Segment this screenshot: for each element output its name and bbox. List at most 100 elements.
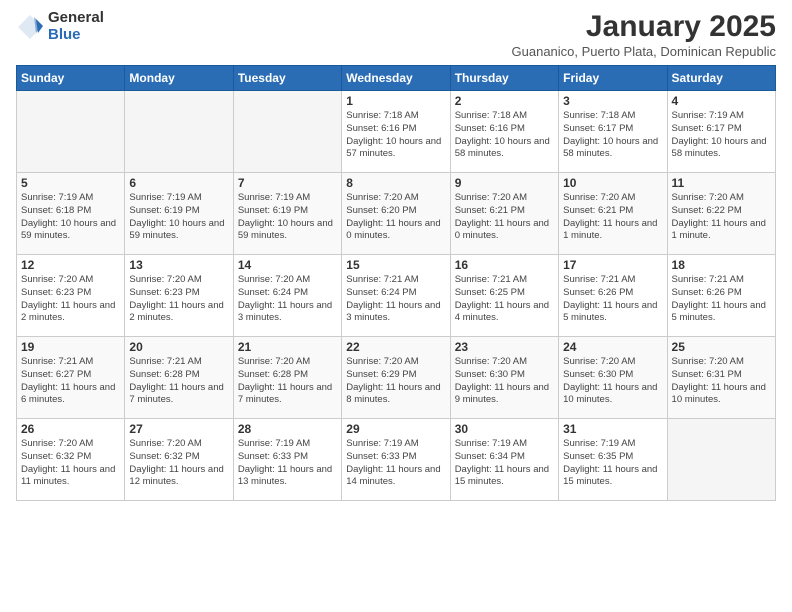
table-row: 9 Sunrise: 7:20 AMSunset: 6:21 PMDaylight… [450,173,558,255]
day-info: Sunrise: 7:21 AMSunset: 6:27 PMDaylight:… [21,356,120,407]
table-row [233,91,341,173]
table-row: 10Sunrise: 7:20 AMSunset: 6:21 PMDayligh… [559,173,667,255]
table-row [667,419,775,501]
col-tuesday: Tuesday [233,66,341,91]
table-row: 28 Sunrise: 7:19 AMSunset: 6:33 PMDayligh… [233,419,341,501]
col-friday: Friday [559,66,667,91]
day-info: Sunrise: 7:19 AMSunset: 6:34 PMDaylight:… [455,438,554,489]
day-info: Sunrise: 7:21 AMSunset: 6:24 PMDaylight:… [346,274,445,325]
col-saturday: Saturday [667,66,775,91]
day-info: Sunrise: 7:20 AMSunset: 6:29 PMDaylight:… [346,356,445,407]
day-info: Sunrise: 7:18 AMSunset: 6:17 PMDaylight:… [563,110,662,161]
day-info: Sunrise: 7:20 AMSunset: 6:31 PMDaylight:… [672,356,771,407]
title-block: January 2025 Guananico, Puerto Plata, Do… [512,10,776,59]
calendar-header-row: Sunday Monday Tuesday Wednesday Thursday… [17,66,776,91]
table-row: 19 Sunrise: 7:21 AMSunset: 6:27 PMDayligh… [17,337,125,419]
day-info: Sunrise: 7:18 AMSunset: 6:16 PMDaylight:… [346,110,445,161]
calendar-title: January 2025 [512,10,776,44]
day-number: 8 [346,176,445,190]
table-row: 21 Sunrise: 7:20 AMSunset: 6:28 PMDayligh… [233,337,341,419]
day-number: 23 [455,340,554,354]
day-number: 14 [238,258,337,272]
table-row: 18 Sunrise: 7:21 AMSunset: 6:26 PMDayligh… [667,255,775,337]
day-number: 30 [455,422,554,436]
day-number: 18 [672,258,771,272]
day-number: 16 [455,258,554,272]
day-number: 7 [238,176,337,190]
table-row: 16Sunrise: 7:21 AMSunset: 6:25 PMDayligh… [450,255,558,337]
day-number: 20 [129,340,228,354]
page-header: General Blue January 2025 Guananico, Pue… [16,10,776,59]
table-row: 6 Sunrise: 7:19 AMSunset: 6:19 PMDaylight… [125,173,233,255]
day-number: 17 [563,258,662,272]
calendar-subtitle: Guananico, Puerto Plata, Dominican Repub… [512,44,776,59]
day-number: 21 [238,340,337,354]
table-row [125,91,233,173]
day-info: Sunrise: 7:20 AMSunset: 6:23 PMDaylight:… [129,274,228,325]
day-number: 13 [129,258,228,272]
calendar-week-row: 19 Sunrise: 7:21 AMSunset: 6:27 PMDayligh… [17,337,776,419]
day-number: 25 [672,340,771,354]
table-row: 1 Sunrise: 7:18 AMSunset: 6:16 PMDaylight… [342,91,450,173]
table-row: 4 Sunrise: 7:19 AMSunset: 6:17 PMDaylight… [667,91,775,173]
day-number: 9 [455,176,554,190]
day-info: Sunrise: 7:21 AMSunset: 6:28 PMDaylight:… [129,356,228,407]
day-info: Sunrise: 7:19 AMSunset: 6:17 PMDaylight:… [672,110,771,161]
day-number: 28 [238,422,337,436]
day-info: Sunrise: 7:20 AMSunset: 6:30 PMDaylight:… [563,356,662,407]
table-row: 2 Sunrise: 7:18 AMSunset: 6:16 PMDaylight… [450,91,558,173]
day-number: 31 [563,422,662,436]
logo-blue: Blue [48,27,104,44]
day-number: 4 [672,94,771,108]
table-row [17,91,125,173]
day-info: Sunrise: 7:19 AMSunset: 6:35 PMDaylight:… [563,438,662,489]
table-row: 26Sunrise: 7:20 AMSunset: 6:32 PMDayligh… [17,419,125,501]
day-info: Sunrise: 7:20 AMSunset: 6:21 PMDaylight:… [455,192,554,243]
day-info: Sunrise: 7:20 AMSunset: 6:24 PMDaylight:… [238,274,337,325]
day-info: Sunrise: 7:20 AMSunset: 6:21 PMDaylight:… [563,192,662,243]
table-row: 27 Sunrise: 7:20 AMSunset: 6:32 PMDayligh… [125,419,233,501]
calendar-week-row: 12 Sunrise: 7:20 AMSunset: 6:23 PMDayligh… [17,255,776,337]
day-number: 19 [21,340,120,354]
day-info: Sunrise: 7:20 AMSunset: 6:23 PMDaylight:… [21,274,120,325]
day-info: Sunrise: 7:20 AMSunset: 6:20 PMDaylight:… [346,192,445,243]
table-row: 3Sunrise: 7:18 AMSunset: 6:17 PMDaylight… [559,91,667,173]
table-row: 5Sunrise: 7:19 AMSunset: 6:18 PMDaylight… [17,173,125,255]
table-row: 25 Sunrise: 7:20 AMSunset: 6:31 PMDayligh… [667,337,775,419]
day-number: 22 [346,340,445,354]
day-number: 11 [672,176,771,190]
logo-general: General [48,10,104,27]
table-row: 22 Sunrise: 7:20 AMSunset: 6:29 PMDayligh… [342,337,450,419]
day-info: Sunrise: 7:20 AMSunset: 6:22 PMDaylight:… [672,192,771,243]
day-number: 6 [129,176,228,190]
day-info: Sunrise: 7:20 AMSunset: 6:28 PMDaylight:… [238,356,337,407]
table-row: 15 Sunrise: 7:21 AMSunset: 6:24 PMDayligh… [342,255,450,337]
day-number: 2 [455,94,554,108]
table-row: 20 Sunrise: 7:21 AMSunset: 6:28 PMDayligh… [125,337,233,419]
table-row: 8 Sunrise: 7:20 AMSunset: 6:20 PMDaylight… [342,173,450,255]
day-number: 5 [21,176,120,190]
day-info: Sunrise: 7:20 AMSunset: 6:32 PMDaylight:… [21,438,120,489]
table-row: 31 Sunrise: 7:19 AMSunset: 6:35 PMDayligh… [559,419,667,501]
table-row: 11 Sunrise: 7:20 AMSunset: 6:22 PMDayligh… [667,173,775,255]
day-number: 15 [346,258,445,272]
logo: General Blue [16,10,104,43]
col-wednesday: Wednesday [342,66,450,91]
table-row: 13 Sunrise: 7:20 AMSunset: 6:23 PMDayligh… [125,255,233,337]
day-info: Sunrise: 7:19 AMSunset: 6:33 PMDaylight:… [238,438,337,489]
day-info: Sunrise: 7:19 AMSunset: 6:33 PMDaylight:… [346,438,445,489]
day-info: Sunrise: 7:18 AMSunset: 6:16 PMDaylight:… [455,110,554,161]
calendar-week-row: 1 Sunrise: 7:18 AMSunset: 6:16 PMDaylight… [17,91,776,173]
col-monday: Monday [125,66,233,91]
day-number: 1 [346,94,445,108]
day-number: 27 [129,422,228,436]
calendar-week-row: 5Sunrise: 7:19 AMSunset: 6:18 PMDaylight… [17,173,776,255]
day-info: Sunrise: 7:19 AMSunset: 6:19 PMDaylight:… [129,192,228,243]
calendar-table: Sunday Monday Tuesday Wednesday Thursday… [16,65,776,501]
table-row: 23Sunrise: 7:20 AMSunset: 6:30 PMDayligh… [450,337,558,419]
table-row: 7Sunrise: 7:19 AMSunset: 6:19 PMDaylight… [233,173,341,255]
table-row: 24Sunrise: 7:20 AMSunset: 6:30 PMDayligh… [559,337,667,419]
day-info: Sunrise: 7:20 AMSunset: 6:32 PMDaylight:… [129,438,228,489]
day-number: 12 [21,258,120,272]
day-info: Sunrise: 7:21 AMSunset: 6:26 PMDaylight:… [672,274,771,325]
